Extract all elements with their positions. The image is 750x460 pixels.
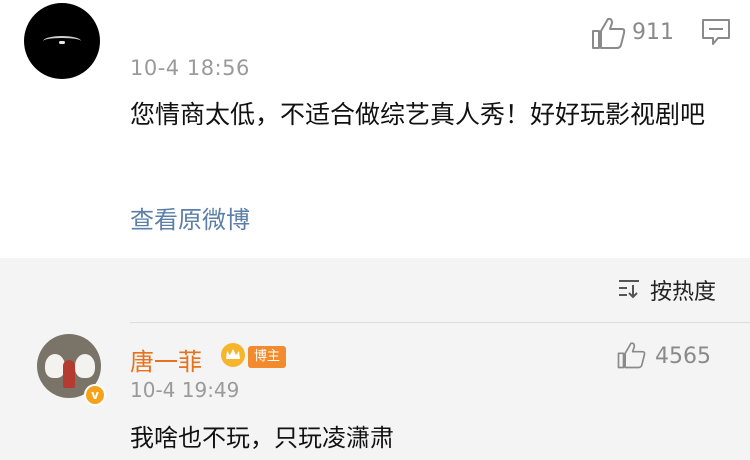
thumbs-up-icon[interactable] (616, 340, 646, 370)
verified-badge-icon: v (84, 384, 106, 406)
reply-like-count: 4565 (655, 344, 711, 369)
sort-icon[interactable] (617, 276, 641, 300)
comment-icon[interactable] (701, 18, 731, 46)
avatar-logo-dot (59, 41, 65, 44)
view-original-link[interactable]: 查看原微博 (130, 200, 250, 235)
reply-author-name[interactable]: 唐一菲 (130, 342, 202, 377)
avatar-person (63, 360, 75, 388)
avatar-dog-left (45, 354, 65, 378)
author-tag-badge: 博主 (248, 346, 287, 368)
avatar-dog-right (75, 354, 95, 378)
sort-by-hot-button[interactable]: 按热度 (650, 274, 716, 306)
like-count: 911 (632, 20, 674, 45)
commenter-avatar[interactable] (24, 3, 100, 79)
reply-timestamp: 10-4 19:49 (130, 378, 240, 402)
divider (130, 322, 750, 323)
comment-timestamp: 10-4 18:56 (130, 56, 250, 80)
crown-icon (221, 343, 245, 367)
comment-text: 您情商太低，不适合做综艺真人秀！好好玩影视剧吧 (130, 100, 706, 129)
thumbs-up-icon[interactable] (590, 16, 626, 50)
reply-text: 我啥也不玩，只玩凌潇肃 (130, 424, 394, 452)
